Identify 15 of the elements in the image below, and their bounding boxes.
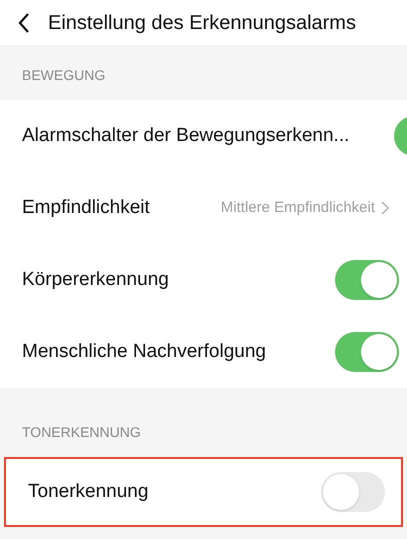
section-heading: TONERKENNUNG bbox=[22, 423, 141, 442]
setting-label: Empfindlichkeit bbox=[22, 196, 150, 220]
toggle-switch[interactable] bbox=[335, 332, 399, 372]
back-button[interactable] bbox=[18, 12, 30, 32]
setting-label: Menschliche Nachverfolgung bbox=[22, 340, 266, 364]
toggle-switch[interactable] bbox=[335, 260, 399, 300]
setting-label: Alarmschalter der Bewegungserkenn... bbox=[22, 124, 350, 148]
chevron-right-icon bbox=[381, 201, 389, 215]
back-icon bbox=[18, 12, 30, 32]
toggle-switch[interactable] bbox=[321, 472, 385, 512]
page-title: Einstellung des Erkennungsalarms bbox=[48, 10, 356, 36]
setting-label: Tonerkennung bbox=[28, 480, 148, 504]
sensitivity-value[interactable]: Mittlere Empfindlichkeit bbox=[220, 196, 389, 220]
section-heading: BEWEGUNG bbox=[22, 66, 106, 85]
setting-label: Körpererkennung bbox=[22, 268, 169, 292]
